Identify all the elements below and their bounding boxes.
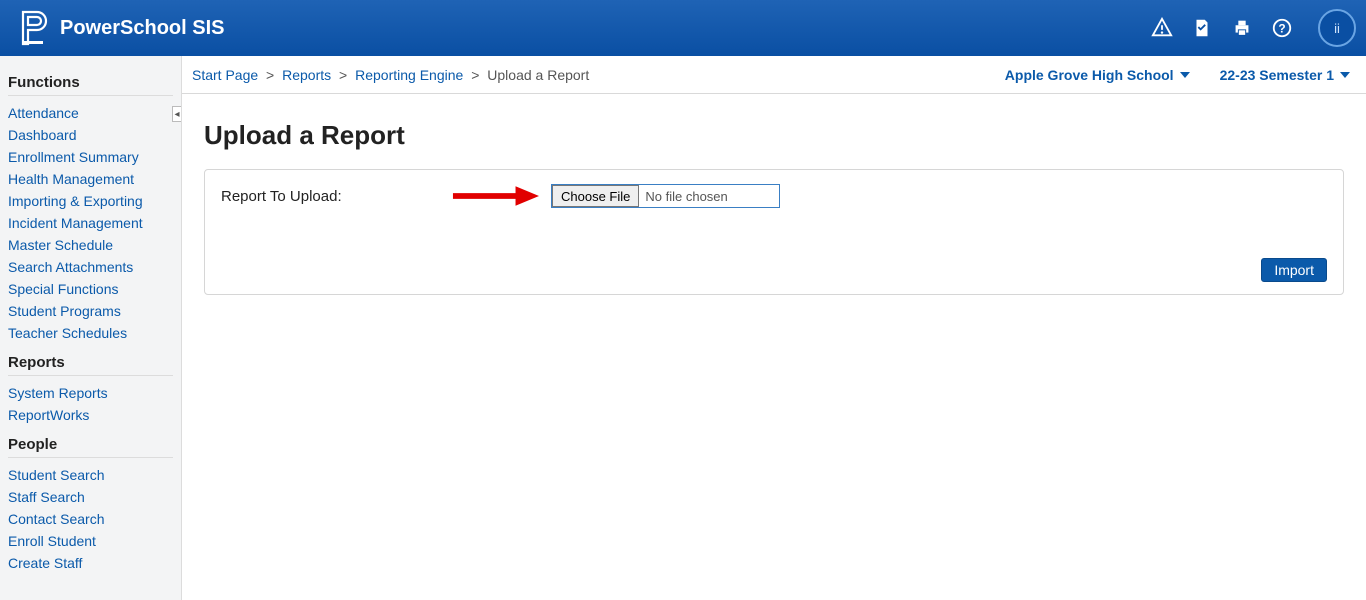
powerschool-logo-icon [18, 10, 48, 46]
breadcrumb-sep: > [339, 67, 347, 83]
upload-label: Report To Upload: [221, 188, 451, 205]
upload-card: Report To Upload: Choose File No file ch… [204, 169, 1344, 295]
sidebar-item-dashboard[interactable]: Dashboard [8, 124, 173, 146]
sidebar-heading-people: People [8, 436, 181, 453]
sidebar-heading-functions: Functions [8, 74, 181, 91]
sidebar-item-health-management[interactable]: Health Management [8, 168, 173, 190]
choose-file-button[interactable]: Choose File [552, 185, 639, 207]
sidebar-item-reportworks[interactable]: ReportWorks [8, 404, 173, 426]
sidebar-item-create-staff[interactable]: Create Staff [8, 552, 173, 574]
chevron-down-icon [1180, 72, 1190, 78]
app-title: PowerSchool SIS [60, 17, 224, 40]
sidebar-collapse-handle[interactable]: ◂ [172, 106, 182, 122]
breadcrumb: Start Page > Reports > Reporting Engine … [192, 67, 589, 83]
breadcrumb-start-page[interactable]: Start Page [192, 67, 258, 83]
topbar: Start Page > Reports > Reporting Engine … [182, 56, 1366, 94]
sidebar-item-special-functions[interactable]: Special Functions [8, 278, 173, 300]
document-check-icon[interactable] [1190, 16, 1214, 40]
sidebar-item-master-schedule[interactable]: Master Schedule [8, 234, 173, 256]
help-icon[interactable]: ? [1270, 16, 1294, 40]
sidebar-item-enroll-student[interactable]: Enroll Student [8, 530, 173, 552]
breadcrumb-reports[interactable]: Reports [282, 67, 331, 83]
svg-text:?: ? [1278, 22, 1285, 36]
sidebar-item-contact-search[interactable]: Contact Search [8, 508, 173, 530]
annotation-arrow [451, 185, 551, 207]
printer-icon[interactable] [1230, 16, 1254, 40]
sidebar-item-enrollment-summary[interactable]: Enrollment Summary [8, 146, 173, 168]
logo[interactable]: PowerSchool SIS [18, 10, 224, 46]
sidebar-item-staff-search[interactable]: Staff Search [8, 486, 173, 508]
school-selector-label: Apple Grove High School [1005, 67, 1174, 83]
sidebar-item-search-attachments[interactable]: Search Attachments [8, 256, 173, 278]
sidebar-item-teacher-schedules[interactable]: Teacher Schedules [8, 322, 173, 344]
import-button[interactable]: Import [1261, 258, 1327, 282]
user-avatar[interactable]: ii [1318, 9, 1356, 47]
sidebar-item-importing-exporting[interactable]: Importing & Exporting [8, 190, 173, 212]
header-toolbar: ? ii [1150, 9, 1356, 47]
file-status-text: No file chosen [639, 189, 779, 204]
arrow-right-icon [451, 185, 539, 207]
sidebar: ◂ Functions Attendance Dashboard Enrollm… [0, 56, 182, 600]
sidebar-item-attendance[interactable]: Attendance [8, 102, 173, 124]
term-selector[interactable]: 22-23 Semester 1 [1220, 67, 1350, 83]
term-selector-label: 22-23 Semester 1 [1220, 67, 1334, 83]
chevron-down-icon [1340, 72, 1350, 78]
breadcrumb-reporting-engine[interactable]: Reporting Engine [355, 67, 463, 83]
sidebar-item-student-programs[interactable]: Student Programs [8, 300, 173, 322]
breadcrumb-sep: > [471, 67, 479, 83]
school-selector[interactable]: Apple Grove High School [1005, 67, 1190, 83]
content: Upload a Report Report To Upload: Choose… [182, 94, 1366, 295]
upload-row: Report To Upload: Choose File No file ch… [221, 182, 1327, 210]
breadcrumb-sep: > [266, 67, 274, 83]
page-title: Upload a Report [204, 120, 1344, 151]
sidebar-item-incident-management[interactable]: Incident Management [8, 212, 173, 234]
main-area: Start Page > Reports > Reporting Engine … [182, 56, 1366, 600]
sidebar-item-system-reports[interactable]: System Reports [8, 382, 173, 404]
sidebar-heading-reports: Reports [8, 354, 181, 371]
sidebar-item-student-search[interactable]: Student Search [8, 464, 173, 486]
alert-icon[interactable] [1150, 16, 1174, 40]
breadcrumb-current: Upload a Report [487, 67, 589, 83]
app-header: PowerSchool SIS ? ii [0, 0, 1366, 56]
file-input[interactable]: Choose File No file chosen [551, 184, 780, 208]
avatar-initials: ii [1334, 21, 1340, 36]
